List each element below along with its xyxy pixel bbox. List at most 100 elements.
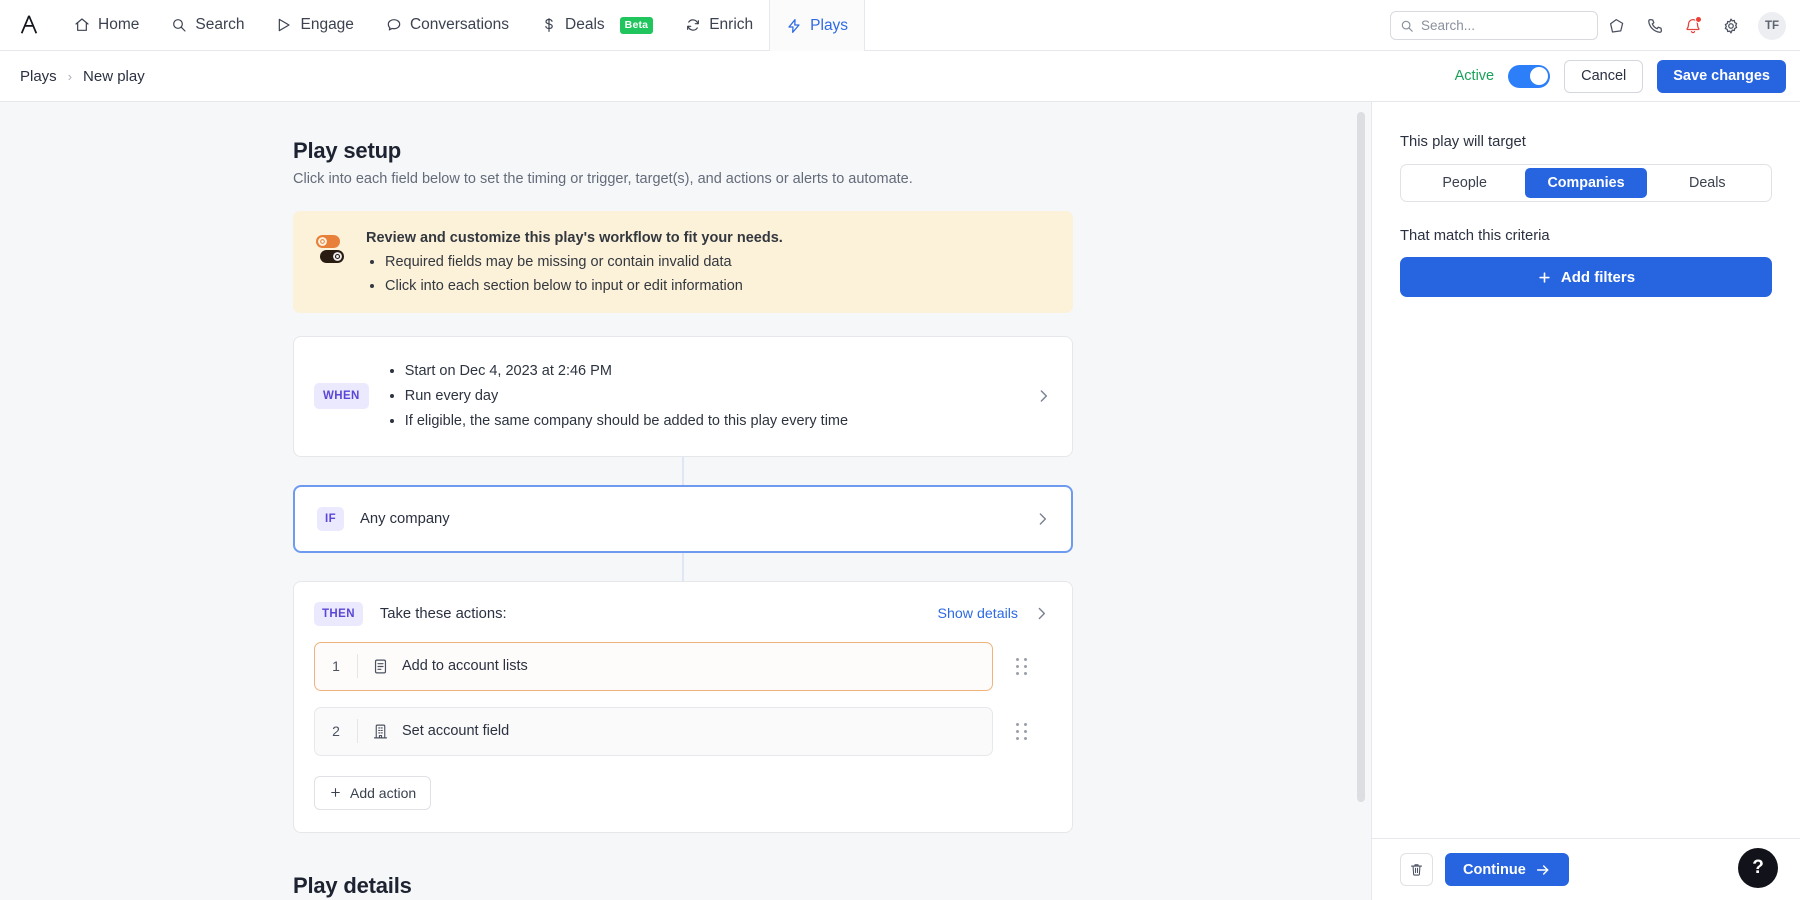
nav-item-search[interactable]: Search bbox=[155, 0, 260, 51]
plus-icon bbox=[1537, 270, 1552, 285]
when-card[interactable]: WHEN Start on Dec 4, 2023 at 2:46 PM Run… bbox=[293, 336, 1073, 457]
when-tag: WHEN bbox=[314, 383, 369, 409]
dollar-icon bbox=[541, 17, 557, 33]
action-number: 2 bbox=[315, 723, 357, 739]
nav-item-plays[interactable]: Plays bbox=[769, 0, 865, 52]
global-search-input[interactable]: Search... bbox=[1390, 11, 1598, 40]
avatar[interactable]: TF bbox=[1758, 12, 1786, 40]
home-icon bbox=[74, 17, 90, 33]
action-label: Set account field bbox=[402, 723, 509, 739]
pentagon-icon[interactable] bbox=[1598, 7, 1636, 45]
save-changes-button[interactable]: Save changes bbox=[1657, 60, 1786, 93]
lightning-icon bbox=[786, 18, 802, 34]
add-action-button[interactable]: Add action bbox=[314, 776, 431, 810]
global-search-placeholder: Search... bbox=[1421, 18, 1475, 33]
breadcrumb-plays[interactable]: Plays bbox=[20, 68, 57, 85]
deals-beta-badge: Beta bbox=[620, 17, 654, 34]
building-icon bbox=[358, 723, 402, 740]
top-right-controls: Search... TF bbox=[1390, 0, 1786, 51]
action-label: Add to account lists bbox=[402, 658, 528, 674]
then-title: Take these actions: bbox=[380, 606, 507, 622]
continue-label: Continue bbox=[1463, 862, 1526, 878]
active-status-label: Active bbox=[1455, 68, 1495, 84]
send-icon bbox=[276, 17, 292, 33]
drag-handle[interactable] bbox=[993, 723, 1050, 740]
toggles-icon bbox=[311, 230, 349, 268]
target-panel-footer: Continue ? bbox=[1372, 838, 1800, 900]
add-action-label: Add action bbox=[350, 785, 416, 801]
if-card[interactable]: IF Any company bbox=[293, 485, 1073, 553]
page-subtitle: Click into each field below to set the t… bbox=[293, 171, 1073, 187]
attio-logo[interactable] bbox=[0, 14, 58, 36]
play-details-title: Play details bbox=[293, 873, 1073, 899]
top-navigation-bar: Home Search Engage Conversations bbox=[0, 0, 1800, 51]
nav-items: Home Search Engage Conversations bbox=[58, 0, 865, 51]
nav-label-plays: Plays bbox=[810, 17, 848, 35]
scrollbar-thumb[interactable] bbox=[1357, 112, 1365, 802]
refresh-icon bbox=[685, 17, 701, 33]
nav-label-search: Search bbox=[195, 16, 244, 34]
play-details-section: Play details Add a name and context abou… bbox=[293, 873, 1073, 900]
trash-icon bbox=[1409, 862, 1424, 877]
nav-item-engage[interactable]: Engage bbox=[260, 0, 369, 51]
drag-handle[interactable] bbox=[993, 658, 1050, 675]
nav-label-deals: Deals bbox=[565, 16, 605, 34]
help-button[interactable]: ? bbox=[1738, 848, 1778, 888]
then-card: THEN Take these actions: Show details 1 bbox=[293, 581, 1073, 833]
add-filters-label: Add filters bbox=[1561, 269, 1635, 286]
phone-icon[interactable] bbox=[1636, 7, 1674, 45]
nav-label-enrich: Enrich bbox=[709, 16, 753, 34]
add-filters-button[interactable]: Add filters bbox=[1400, 257, 1772, 297]
chevron-right-icon[interactable] bbox=[1033, 605, 1050, 622]
if-tag: IF bbox=[317, 507, 344, 531]
cancel-button[interactable]: Cancel bbox=[1564, 60, 1643, 93]
plus-icon bbox=[329, 786, 342, 799]
search-icon bbox=[1400, 19, 1414, 33]
notification-dot bbox=[1695, 16, 1702, 23]
chevron-right-icon[interactable] bbox=[1035, 388, 1052, 405]
nav-item-enrich[interactable]: Enrich bbox=[669, 0, 769, 51]
sub-header-actions: Active Cancel Save changes bbox=[1455, 60, 1786, 93]
segment-companies[interactable]: Companies bbox=[1525, 168, 1646, 198]
segment-deals[interactable]: Deals bbox=[1647, 168, 1768, 198]
page-body: Play setup Click into each field below t… bbox=[0, 102, 1800, 900]
target-label: This play will target bbox=[1400, 134, 1772, 150]
nav-item-home[interactable]: Home bbox=[58, 0, 155, 51]
warning-text-block: Review and customize this play's workflo… bbox=[366, 228, 783, 296]
then-header: THEN Take these actions: Show details bbox=[314, 602, 1050, 626]
action-number: 1 bbox=[315, 658, 357, 674]
active-toggle[interactable] bbox=[1508, 65, 1550, 88]
action-item-set-account-field[interactable]: 2 Set account field bbox=[314, 707, 993, 756]
show-details-link[interactable]: Show details bbox=[938, 606, 1018, 622]
when-bullet-3: If eligible, the same company should be … bbox=[405, 409, 848, 434]
breadcrumb-separator: › bbox=[68, 69, 72, 84]
delete-play-button[interactable] bbox=[1400, 853, 1433, 886]
when-bullet-2: Run every day bbox=[405, 384, 848, 409]
breadcrumb: Plays › New play bbox=[20, 68, 145, 85]
action-item-add-to-account-lists[interactable]: 1 Add to account lists bbox=[314, 642, 993, 691]
segment-people[interactable]: People bbox=[1404, 168, 1525, 198]
arrow-right-icon bbox=[1535, 862, 1551, 878]
drag-dots-icon bbox=[1016, 723, 1027, 740]
main-scrollbar[interactable] bbox=[1357, 108, 1365, 894]
nav-item-conversations[interactable]: Conversations bbox=[370, 0, 525, 51]
target-panel-body: This play will target People Companies D… bbox=[1372, 102, 1800, 838]
toggle-knob bbox=[1530, 67, 1548, 85]
bell-icon[interactable] bbox=[1674, 7, 1712, 45]
main-content-area: Play setup Click into each field below t… bbox=[0, 102, 1371, 900]
action-row: 2 Set account field bbox=[314, 707, 1050, 756]
nav-label-engage: Engage bbox=[300, 16, 353, 34]
if-condition-text: Any company bbox=[360, 511, 450, 527]
when-conditions: Start on Dec 4, 2023 at 2:46 PM Run ever… bbox=[387, 359, 848, 434]
warning-heading: Review and customize this play's workflo… bbox=[366, 228, 783, 248]
warning-bullet-2: Click into each section below to input o… bbox=[385, 276, 783, 296]
list-icon bbox=[358, 658, 402, 675]
nav-item-deals[interactable]: Deals Beta bbox=[525, 0, 669, 51]
breadcrumb-current: New play bbox=[83, 68, 145, 85]
gear-icon[interactable] bbox=[1712, 7, 1750, 45]
when-bullet-1: Start on Dec 4, 2023 at 2:46 PM bbox=[405, 359, 848, 384]
drag-dots-icon bbox=[1016, 658, 1027, 675]
chevron-right-icon[interactable] bbox=[1034, 510, 1051, 527]
continue-button[interactable]: Continue bbox=[1445, 853, 1569, 886]
chat-icon bbox=[386, 17, 402, 33]
